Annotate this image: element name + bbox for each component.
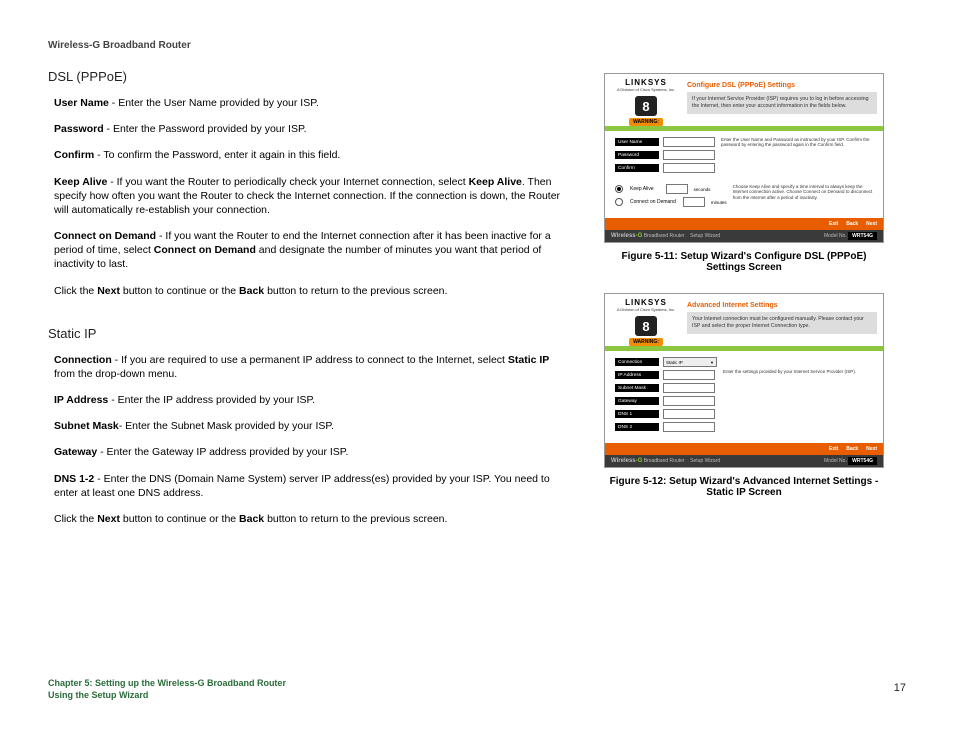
warning-badge: WARNING:: [629, 338, 663, 346]
help-credentials: Enter the User Name and Password as inst…: [721, 137, 875, 176]
figure-static-screenshot: LINKSYS A Division of Cisco Systems, Inc…: [604, 293, 884, 468]
input-keepalive-interval[interactable]: [666, 184, 688, 194]
static-connection: Connection - If you are required to use …: [54, 353, 568, 381]
static-subnetmask: Subnet Mask- Enter the Subnet Mask provi…: [54, 419, 568, 433]
figure-caption-2: Figure 5-12: Setup Wizard's Advanced Int…: [604, 476, 884, 498]
wizard-title: Advanced Internet Settings: [687, 302, 877, 309]
page-number: 17: [894, 682, 906, 694]
pppoe-username: User Name - Enter the User Name provided…: [54, 96, 568, 110]
input-username[interactable]: [663, 137, 715, 147]
label-confirm: Confirm: [615, 164, 659, 172]
wizard-subtitle: Your Internet connection must be configu…: [687, 312, 877, 334]
select-connection[interactable]: Static IP▼: [663, 357, 717, 367]
input-confirm[interactable]: [663, 163, 715, 173]
input-dns2[interactable]: [663, 422, 715, 432]
static-dns: DNS 1-2 - Enter the DNS (Domain Name Sys…: [54, 472, 568, 500]
label-subnetmask: Subnet Mask: [615, 384, 659, 392]
exit-button[interactable]: Exit: [829, 446, 838, 452]
pppoe-nav: Click the Next button to continue or the…: [54, 284, 568, 298]
static-ipaddress: IP Address - Enter the IP address provid…: [54, 393, 568, 407]
warning-badge: WARNING:: [629, 118, 663, 126]
back-button[interactable]: Back: [846, 221, 858, 227]
right-column: LINKSYS A Division of Cisco Systems, Inc…: [604, 69, 884, 538]
input-ipaddress[interactable]: [663, 370, 715, 380]
wizard-subtitle: If your Internet Service Provider (ISP) …: [687, 92, 877, 114]
next-button[interactable]: Next: [866, 221, 877, 227]
input-dns1[interactable]: [663, 409, 715, 419]
section-static-title: Static IP: [48, 326, 568, 341]
static-nav: Click the Next button to continue or the…: [54, 512, 568, 526]
label-dns1: DNS 1: [615, 410, 659, 418]
label-gateway: Gateway: [615, 397, 659, 405]
pppoe-keepalive: Keep Alive - If you want the Router to p…: [54, 175, 568, 218]
page: Wireless-G Broadband Router DSL (PPPoE) …: [0, 0, 954, 738]
label-ipaddress: IP Address: [615, 371, 659, 379]
label-password: Password: [615, 151, 659, 159]
model-badge: WRT54G: [848, 457, 877, 465]
chevron-down-icon: ▼: [710, 360, 714, 365]
help-connection-mode: Choose Keep Alive and specify a time int…: [733, 184, 875, 210]
help-static: Enter the settings provided by your Inte…: [723, 357, 875, 435]
label-username: User Name: [615, 138, 659, 146]
step-badge: 8: [635, 316, 657, 336]
label-connection: Connection: [615, 358, 659, 366]
back-button[interactable]: Back: [846, 446, 858, 452]
pppoe-confirm: Confirm - To confirm the Password, enter…: [54, 148, 568, 162]
doc-header: Wireless-G Broadband Router: [48, 40, 906, 51]
static-gateway: Gateway - Enter the Gateway IP address p…: [54, 445, 568, 459]
input-subnetmask[interactable]: [663, 383, 715, 393]
figure-caption-1: Figure 5-11: Setup Wizard's Configure DS…: [604, 251, 884, 273]
next-button[interactable]: Next: [866, 446, 877, 452]
pppoe-password: Password - Enter the Password provided b…: [54, 122, 568, 136]
input-ondemand-minutes[interactable]: [683, 197, 705, 207]
model-badge: WRT54G: [848, 232, 877, 240]
content-columns: DSL (PPPoE) User Name - Enter the User N…: [48, 69, 906, 538]
figure-pppoe-screenshot: LINKSYS A Division of Cisco Systems, Inc…: [604, 73, 884, 243]
radio-connectondemand[interactable]: [615, 198, 623, 206]
input-password[interactable]: [663, 150, 715, 160]
page-footer: Chapter 5: Setting up the Wireless-G Bro…: [48, 677, 286, 702]
radio-keepalive[interactable]: [615, 185, 623, 193]
brand-logo: LINKSYS: [611, 298, 681, 307]
input-gateway[interactable]: [663, 396, 715, 406]
wizard-title: Configure DSL (PPPoE) Settings: [687, 82, 877, 89]
label-dns2: DNS 2: [615, 423, 659, 431]
exit-button[interactable]: Exit: [829, 221, 838, 227]
brand-logo: LINKSYS: [611, 78, 681, 87]
step-badge: 8: [635, 96, 657, 116]
left-column: DSL (PPPoE) User Name - Enter the User N…: [48, 69, 568, 538]
section-pppoe-title: DSL (PPPoE): [48, 69, 568, 84]
pppoe-connectondemand: Connect on Demand - If you want the Rout…: [54, 229, 568, 272]
